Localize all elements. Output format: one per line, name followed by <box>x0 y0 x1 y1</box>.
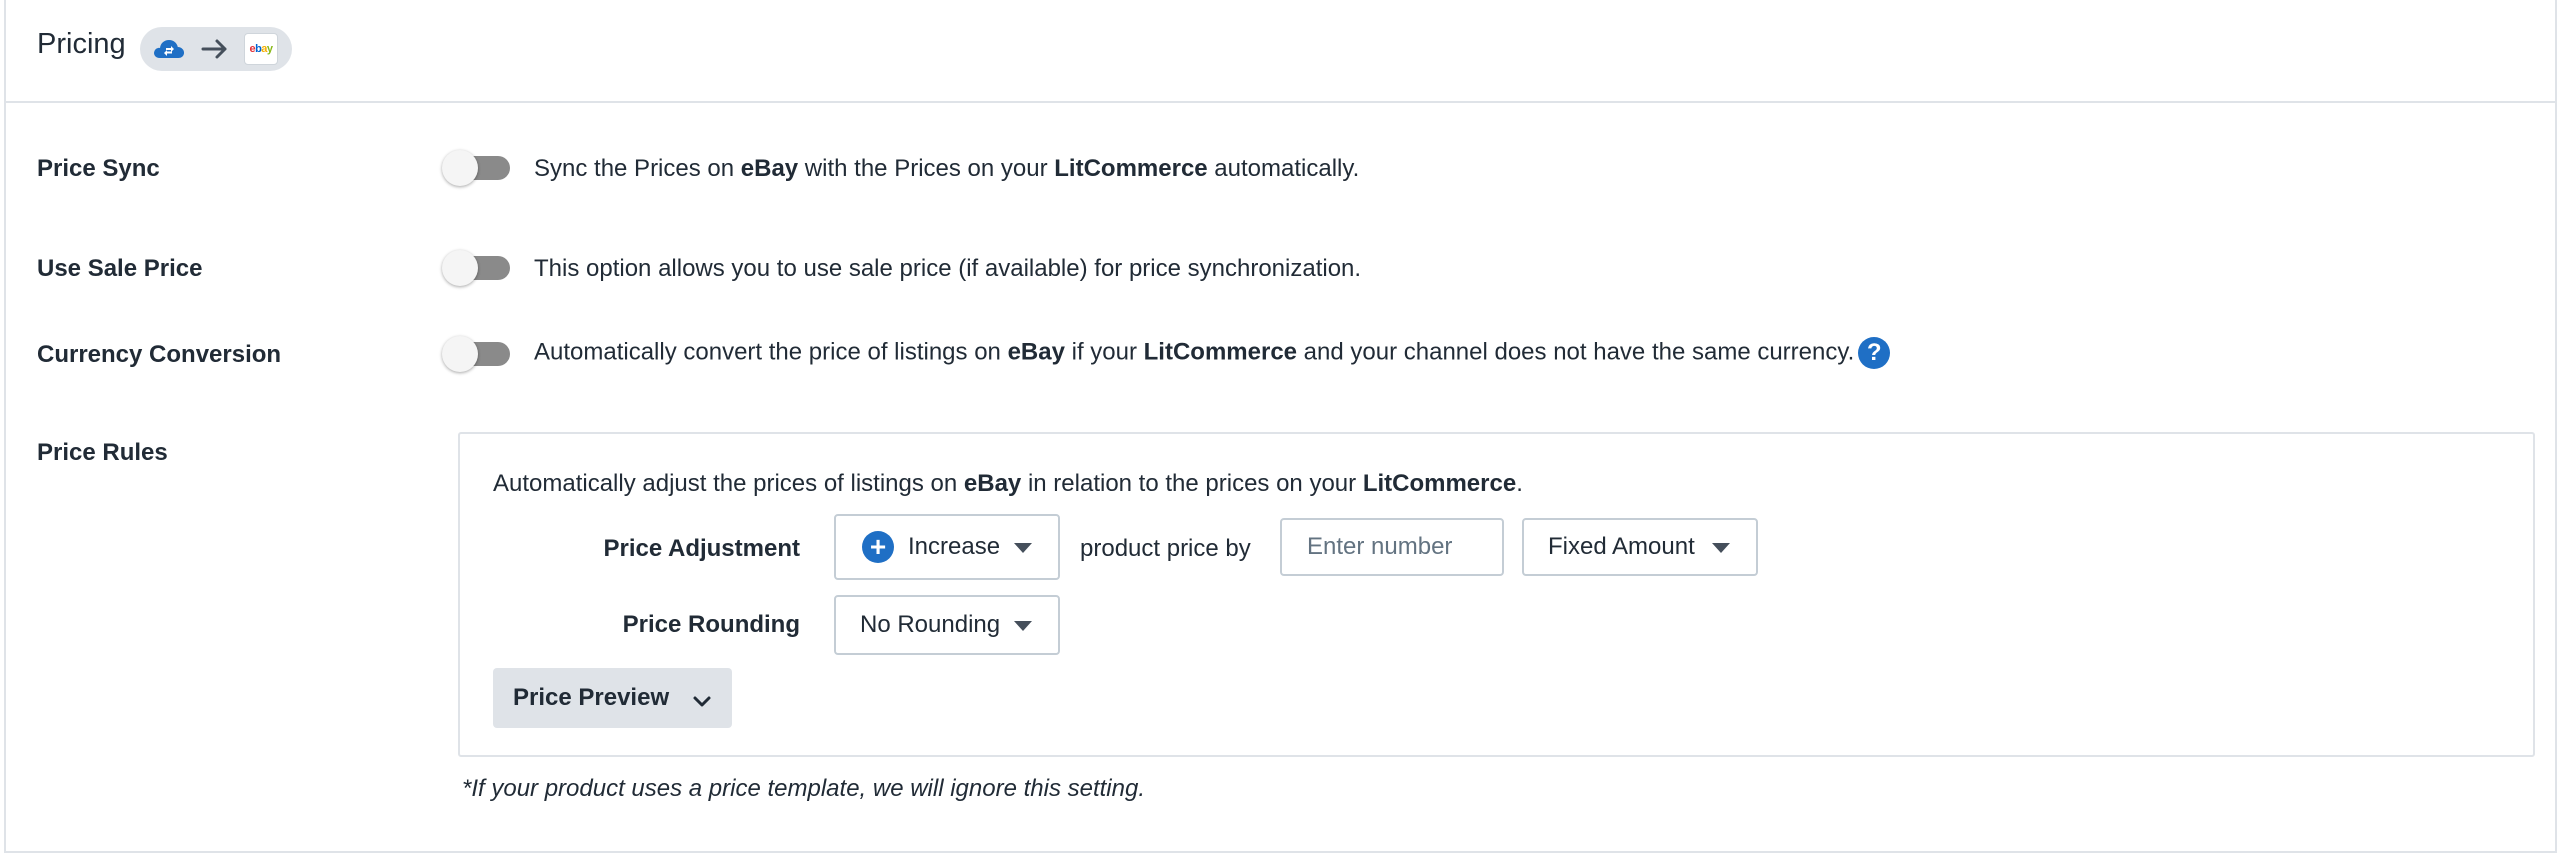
platform-name: LitCommerce <box>1143 338 1298 366</box>
desc-text: Automatically convert the price of listi… <box>534 338 1008 366</box>
caret-down-icon <box>1014 621 1032 631</box>
use-sale-price-label: Use Sale Price <box>37 255 203 282</box>
price-adjustment-label: Price Adjustment <box>603 535 801 562</box>
caret-down-icon <box>1014 543 1032 553</box>
caret-down-icon <box>1712 543 1730 553</box>
currency-conversion-label: Currency Conversion <box>37 341 282 368</box>
price-preview-button[interactable]: Price Preview <box>493 668 732 728</box>
toggle-knob <box>442 150 478 186</box>
desc-text: if your <box>1064 338 1144 366</box>
price-sync-description: Sync the Prices on eBay with the Prices … <box>534 155 1359 183</box>
currency-conversion-description: Automatically convert the price of listi… <box>534 337 1891 369</box>
price-sync-toggle[interactable] <box>440 150 514 186</box>
channel-name: eBay <box>1007 338 1065 366</box>
price-rules-label: Price Rules <box>37 439 168 466</box>
intro-text: . <box>1516 470 1523 497</box>
toggle-knob <box>442 250 478 286</box>
plus-circle-icon: + <box>862 531 894 563</box>
price-rounding-label: Price Rounding <box>622 611 800 638</box>
use-sale-price-description: This option allows you to use sale price… <box>534 255 1362 282</box>
platform-name: LitCommerce <box>1362 470 1517 497</box>
adjustment-amount-input[interactable] <box>1280 518 1504 576</box>
price-rules-panel: Automatically adjust the prices of listi… <box>458 432 2535 757</box>
intro-text: in relation to the prices on your <box>1021 470 1363 497</box>
currency-conversion-toggle[interactable] <box>440 336 514 372</box>
help-icon[interactable]: ? <box>1858 337 1891 369</box>
channel-name: eBay <box>963 470 1022 497</box>
desc-text: automatically. <box>1207 155 1360 182</box>
platform-name: LitCommerce <box>1054 155 1208 182</box>
adjustment-connector-text: product price by <box>1080 535 1251 562</box>
price-template-footnote: *If your product uses a price template, … <box>462 775 1145 802</box>
intro-text: Automatically adjust the prices of listi… <box>493 470 964 497</box>
price-preview-label: Price Preview <box>513 684 670 711</box>
price-adjustment-select[interactable]: + Increase <box>834 514 1060 580</box>
channel-name: eBay <box>740 155 799 182</box>
page-title: Pricing <box>37 28 126 60</box>
chevron-down-icon <box>692 688 712 716</box>
desc-text: and your channel does not have the same … <box>1297 338 1855 366</box>
ebay-logo: ebay <box>244 33 278 65</box>
desc-text: with the Prices on your <box>798 155 1055 182</box>
price-rounding-value: No Rounding <box>860 611 1001 638</box>
arrow-right-icon <box>200 37 230 66</box>
pricing-card: Pricing ebay Price Sync Sync the Prices … <box>4 0 2557 853</box>
sync-direction-badge: ebay <box>140 27 292 71</box>
price-rules-intro: Automatically adjust the prices of listi… <box>493 470 1523 498</box>
amount-type-value: Fixed Amount <box>1548 533 1695 560</box>
price-sync-label: Price Sync <box>37 155 160 182</box>
price-rounding-select[interactable]: No Rounding <box>834 595 1060 655</box>
use-sale-price-toggle[interactable] <box>440 250 514 286</box>
desc-text: Sync the Prices on <box>534 155 741 182</box>
cloud-sync-icon <box>152 37 186 66</box>
toggle-knob <box>442 336 478 372</box>
card-header: Pricing ebay <box>6 0 2555 103</box>
amount-type-select[interactable]: Fixed Amount <box>1522 518 1758 576</box>
price-adjustment-value: Increase <box>908 533 1001 560</box>
